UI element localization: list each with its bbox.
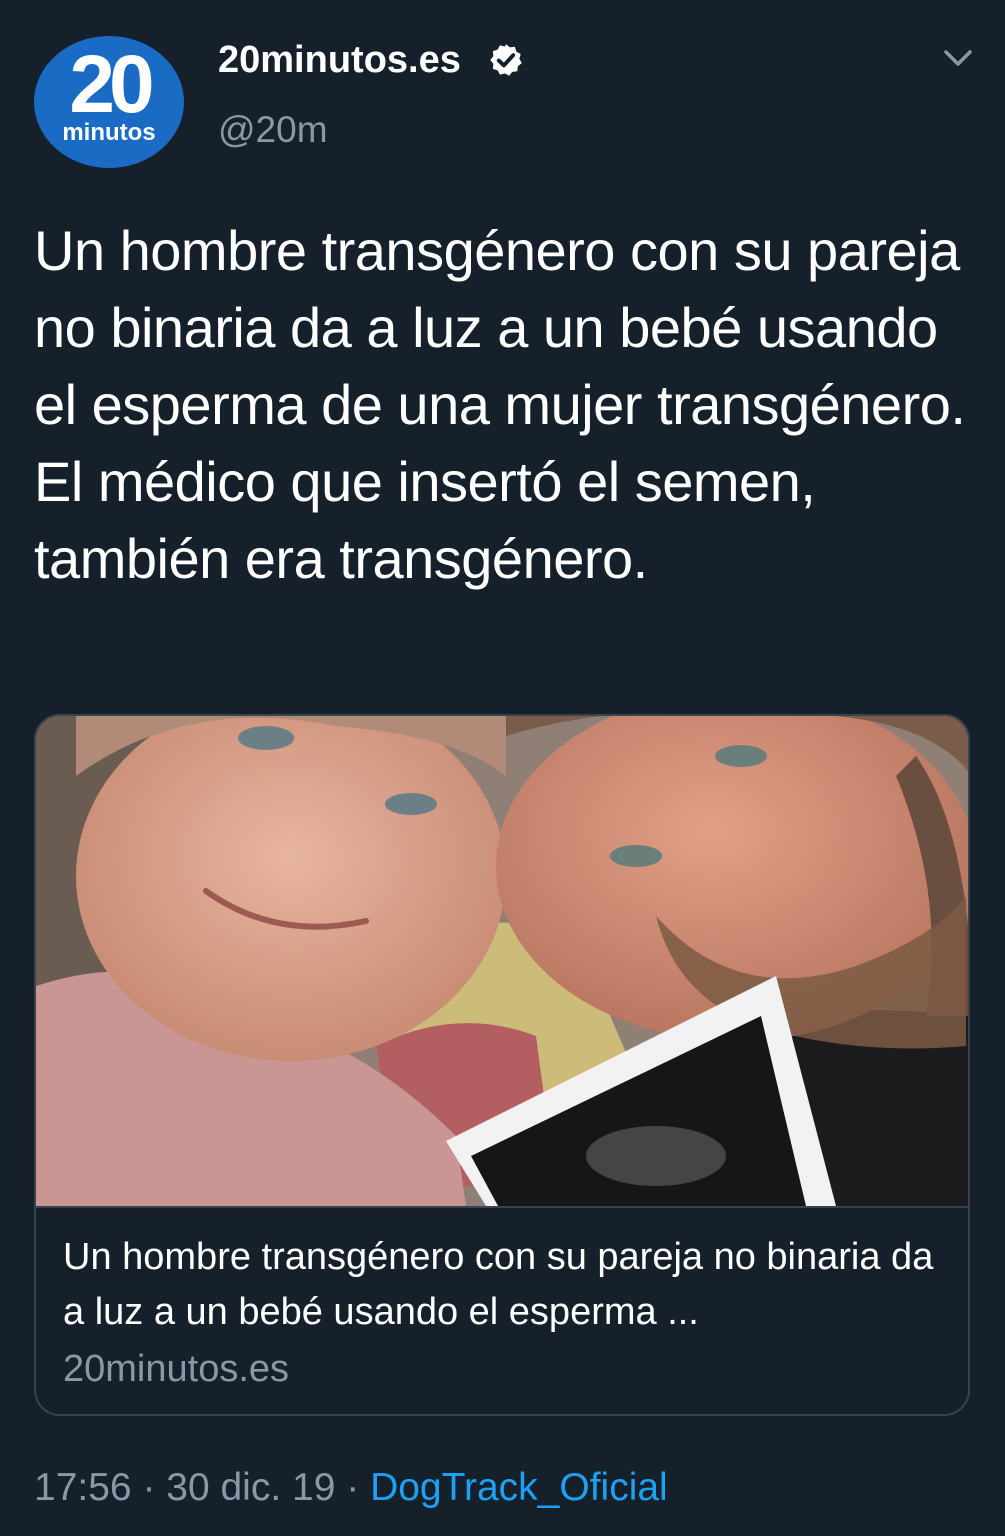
avatar-logo-word: minutos	[62, 119, 156, 146]
card-photo	[36, 716, 968, 1206]
avatar-logo-number: 20	[69, 39, 154, 130]
chevron-down-icon[interactable]	[940, 46, 976, 70]
tweet-screen: 20 minutos 20minutos.es @20m Un hombre t…	[0, 0, 1005, 1536]
author-handle[interactable]: @20m	[218, 108, 328, 152]
card-domain: 20minutos.es	[63, 1348, 290, 1390]
verified-badge-icon	[490, 44, 522, 76]
meta-separator: ·	[131, 1466, 167, 1509]
card-divider	[36, 1206, 968, 1208]
card-title: Un hombre transgénero con su pareja no b…	[63, 1236, 934, 1333]
tweet-source-link[interactable]: DogTrack_Oficial	[370, 1466, 668, 1509]
tweet-date: 30 dic. 19	[166, 1466, 336, 1509]
meta-separator: ·	[335, 1466, 371, 1509]
tweet-time: 17:56	[34, 1466, 132, 1509]
author-name[interactable]: 20minutos.es	[218, 38, 461, 82]
link-card[interactable]: Un hombre transgénero con su pareja no b…	[34, 714, 970, 1416]
tweet-meta: 17:56 · 30 dic. 19 · DogTrack_Oficial	[34, 1462, 668, 1514]
tweet-text: Un hombre transgénero con su pareja no b…	[34, 219, 966, 590]
author-avatar[interactable]: 20 minutos	[34, 36, 184, 168]
